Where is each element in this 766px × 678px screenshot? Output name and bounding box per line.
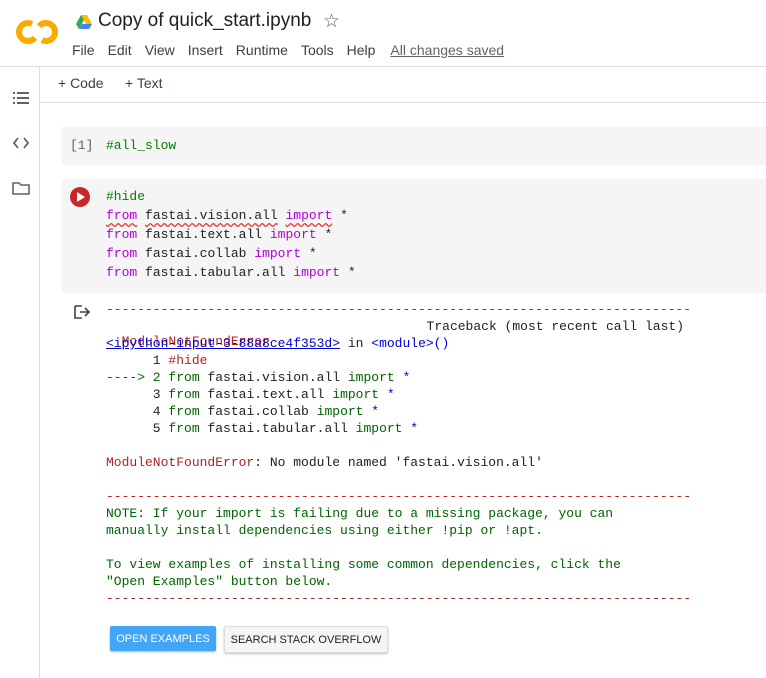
open-examples-button[interactable]: OPEN EXAMPLES <box>110 626 216 651</box>
add-text-button[interactable]: + Text <box>125 75 163 91</box>
output-arrow-icon[interactable] <box>73 304 91 320</box>
error-message: ModuleNotFoundError: No module named 'fa… <box>106 455 543 470</box>
cell-toolbar: + Code + Text <box>40 67 766 103</box>
traceback-line: ----> 2 from fastai.vision.all import * <box>106 370 411 385</box>
run-cell-button[interactable] <box>70 187 90 207</box>
menu-help[interactable]: Help <box>347 42 376 58</box>
traceback-line: 1 #hide <box>106 353 208 368</box>
table-of-contents-icon[interactable] <box>12 89 30 107</box>
menu-file[interactable]: File <box>72 42 95 58</box>
code-line[interactable]: #all_slow <box>106 138 176 153</box>
save-status-link[interactable]: All changes saved <box>390 42 504 58</box>
traceback-line: 5 from fastai.tabular.all import * <box>106 421 419 436</box>
separator-line: ----------------------------------------… <box>106 489 692 504</box>
traceback-line: 4 from fastai.collab import * <box>106 404 380 419</box>
notebook-title[interactable]: Copy of quick_start.ipynb <box>98 10 311 32</box>
execution-count: [1] <box>70 138 94 153</box>
menu-insert[interactable]: Insert <box>188 42 223 58</box>
top-bar: Copy of quick_start.ipynb ☆ File Edit Vi… <box>0 0 766 67</box>
note-line: To view examples of installing some comm… <box>106 557 621 572</box>
code-line[interactable]: from fastai.collab import * <box>106 246 317 261</box>
code-line[interactable]: #hide <box>106 189 145 204</box>
menu-runtime[interactable]: Runtime <box>236 42 288 58</box>
menu-bar: File Edit View Insert Runtime Tools Help… <box>72 42 517 58</box>
note-line: manually install dependencies using eith… <box>106 523 543 538</box>
code-line[interactable]: from fastai.text.all import * <box>106 227 332 242</box>
code-line[interactable]: from fastai.vision.all import * <box>106 208 348 223</box>
code-line[interactable]: from fastai.tabular.all import * <box>106 265 356 280</box>
note-line: NOTE: If your import is failing due to a… <box>106 506 614 521</box>
search-stack-overflow-button[interactable]: SEARCH STACK OVERFLOW <box>224 626 388 653</box>
menu-view[interactable]: View <box>145 42 175 58</box>
left-sidebar <box>0 67 40 678</box>
note-line: "Open Examples" button below. <box>106 574 333 589</box>
traceback-location: <ipython-input-3-88a8ce4f353d> in <modul… <box>106 336 450 351</box>
google-drive-icon[interactable] <box>76 15 92 29</box>
menu-tools[interactable]: Tools <box>301 42 334 58</box>
code-snippets-icon[interactable] <box>12 134 30 152</box>
ipython-input-link[interactable]: <ipython-input-3-88a8ce4f353d> <box>106 336 340 351</box>
add-code-button[interactable]: + Code <box>58 75 104 91</box>
traceback-line: 3 from fastai.text.all import * <box>106 387 395 402</box>
star-icon[interactable]: ☆ <box>323 10 340 33</box>
menu-edit[interactable]: Edit <box>108 42 132 58</box>
colab-logo[interactable] <box>14 14 60 50</box>
separator-line: ----------------------------------------… <box>106 302 692 317</box>
files-folder-icon[interactable] <box>12 179 30 197</box>
separator-line: ----------------------------------------… <box>106 591 692 606</box>
